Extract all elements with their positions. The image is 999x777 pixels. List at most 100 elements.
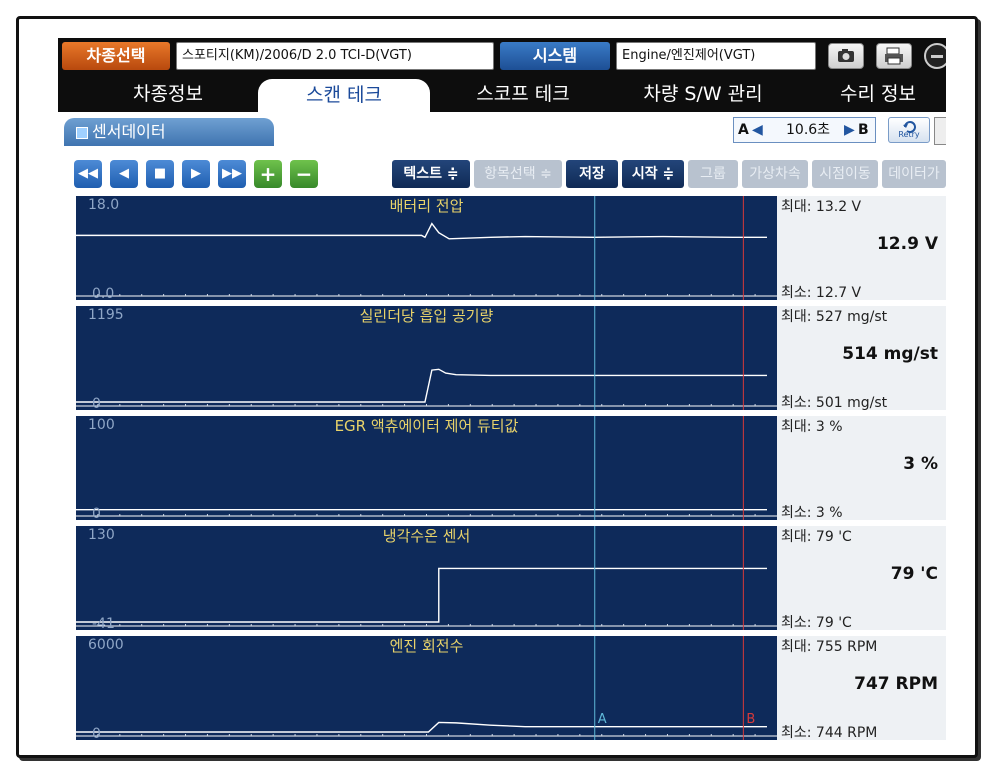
axis-max-label: 1195 [88,307,124,323]
axis-min-label: -41 [92,616,115,632]
playback-toolbar: ◀◀ ◀ ■ ▶ ▶▶ + − 텍스트 ≑ 항목선택 ≑ 저장 시작 ≑ 그룹 … [74,160,946,190]
min-value: 최소: 3 % [781,505,843,521]
current-value: 747 RPM [854,674,938,694]
content-area: 센서데이터 A ◀ 10.6초 ▶ B Retry ◀◀ ◀ ■ ▶ ▶▶ + … [58,112,946,748]
axis-max-label: 18.0 [88,197,120,213]
sensor-plot[interactable]: 엔진 회전수 6000 0 A B [76,636,777,742]
forward-fast-button[interactable]: ▶▶ [218,160,246,188]
data-button[interactable]: 데이터가 [882,160,946,188]
cursor-span: 10.6초 [786,122,831,138]
system-button[interactable]: 시스템 [500,42,610,70]
cursor-a-label: A [738,122,749,138]
system-field[interactable]: Engine/엔진제어(VGT) [616,42,816,70]
edge-button[interactable] [934,117,946,145]
sensor-title: 엔진 회전수 [389,637,464,655]
save-button[interactable]: 저장 [566,160,618,188]
max-value: 최대: 755 RPM [781,639,878,655]
tab-vehicle-info[interactable]: 차종정보 [88,76,248,112]
tab-sw-management[interactable]: 차량 S/W 관리 [618,76,788,112]
play-button[interactable]: ▶ [182,160,210,188]
vehicle-field[interactable]: 스포티지(KM)/2006/D 2.0 TCI-D(VGT) [176,42,494,70]
sensor-stats: 최대: 79 'C 79 'C 최소: 79 'C [777,526,946,631]
tab-scan-tech[interactable]: 스캔 테크 [258,79,430,112]
rewind-icon: ◀◀ [78,166,98,181]
rewind-fast-button[interactable]: ◀◀ [74,160,102,188]
current-value: 79 'C [890,564,938,584]
max-value: 최대: 3 % [781,419,843,435]
axis-max-label: 130 [88,527,115,543]
virtual-speed-button[interactable]: 가상차속 [742,160,808,188]
next-arrow-icon[interactable]: ▶ [844,118,855,142]
min-value: 최소: 79 'C [781,615,852,631]
cursor-range-box[interactable]: A ◀ 10.6초 ▶ B [733,117,876,143]
sensor-plot[interactable]: 실린더당 흡입 공기량 1195 0 [76,306,777,412]
stop-icon: ■ [153,166,167,181]
text-mode-button[interactable]: 텍스트 ≑ [392,160,470,188]
sensor-graphs: 배터리 전압 18.0 0.0 최대: 13.2 V 12.9 V 최소: 12… [76,196,946,748]
scan-tool-window: 차종선택 스포티지(KM)/2006/D 2.0 TCI-D(VGT) 시스템 … [58,38,946,748]
sensor-stats: 최대: 13.2 V 12.9 V 최소: 12.7 V [777,196,946,301]
current-value: 514 mg/st [842,344,938,364]
camera-button[interactable] [828,43,864,69]
current-value: 3 % [903,454,938,474]
axis-min-label: 0 [92,726,101,742]
sensor-title: EGR 액츄에이터 제어 듀티값 [334,417,519,435]
sensor-panel[interactable]: 배터리 전압 18.0 0.0 최대: 13.2 V 12.9 V 최소: 12… [76,196,946,302]
sensor-title: 배터리 전압 [389,197,464,215]
back-icon: ◀ [119,166,129,181]
axis-max-label: 6000 [88,637,124,653]
min-value: 최소: 744 RPM [781,725,878,741]
tab-scope-tech[interactable]: 스코프 테크 [446,76,600,112]
sensor-trace [76,721,767,733]
step-back-button[interactable]: ◀ [110,160,138,188]
top-bar: 차종선택 스포티지(KM)/2006/D 2.0 TCI-D(VGT) 시스템 … [58,38,946,76]
panel-title: 센서데이터 [64,118,274,146]
max-value: 최대: 527 mg/st [781,309,888,325]
prev-arrow-icon[interactable]: ◀ [752,118,763,142]
cursor-a-marker: A [597,712,607,727]
axis-max-label: 100 [88,417,115,433]
sensor-stats: 최대: 755 RPM 747 RPM 최소: 744 RPM [777,636,946,741]
sensor-trace [76,222,767,240]
stop-button[interactable]: ■ [146,160,174,188]
zoom-out-button[interactable]: − [290,160,318,188]
sensor-panel[interactable]: 실린더당 흡입 공기량 1195 0 최대: 527 mg/st 514 mg/… [76,306,946,412]
sensor-stats: 최대: 527 mg/st 514 mg/st 최소: 501 mg/st [777,306,946,411]
sensor-plot[interactable]: EGR 액츄에이터 제어 듀티값 100 0 [76,416,777,522]
minus-circle-icon[interactable] [924,43,946,69]
refresh-icon [903,121,916,133]
sensor-stats: 최대: 3 % 3 % 최소: 3 % [777,416,946,521]
sensor-title: 냉각수온 센서 [382,527,471,545]
sensor-trace [76,368,767,403]
current-value: 12.9 V [876,234,938,254]
sensor-plot[interactable]: 배터리 전압 18.0 0.0 [76,196,777,302]
start-button[interactable]: 시작 ≑ [622,160,684,188]
sensor-panel[interactable]: 냉각수온 센서 130 -41 최대: 79 'C 79 'C 최소: 79 '… [76,526,946,632]
camera-icon [838,49,854,62]
play-icon: ▶ [191,166,201,181]
print-icon [885,47,903,65]
plus-icon: + [259,162,277,186]
min-value: 최소: 501 mg/st [781,395,888,411]
item-select-button[interactable]: 항목선택 ≑ [474,160,562,188]
retry-button[interactable]: Retry [888,117,930,143]
panel-square-icon [76,127,88,139]
tab-repair-info[interactable]: 수리 정보 [808,76,946,112]
sensor-plot[interactable]: 냉각수온 센서 130 -41 [76,526,777,632]
sensor-trace [76,567,767,623]
min-value: 최소: 12.7 V [781,285,862,301]
vehicle-select-button[interactable]: 차종선택 [62,42,170,70]
zoom-in-button[interactable]: + [254,160,282,188]
time-move-button[interactable]: 시점이동 [812,160,878,188]
sensor-title: 실린더당 흡입 공기량 [359,307,494,325]
axis-min-label: 0.0 [92,286,115,302]
sensor-panel[interactable]: EGR 액츄에이터 제어 듀티값 100 0 최대: 3 % 3 % 최소: 3… [76,416,946,522]
main-tabs: 차종정보 스캔 테크 스코프 테크 차량 S/W 관리 수리 정보 [58,76,946,112]
minus-icon: − [295,162,313,186]
group-button[interactable]: 그룹 [688,160,738,188]
axis-min-label: 0 [92,506,101,522]
cursor-b-marker: B [746,712,756,727]
cursor-b-label: B [858,122,869,138]
sensor-panel[interactable]: 엔진 회전수 6000 0 A B 최대: 755 RPM 747 RPM 최소:… [76,636,946,742]
print-button[interactable] [876,43,912,69]
